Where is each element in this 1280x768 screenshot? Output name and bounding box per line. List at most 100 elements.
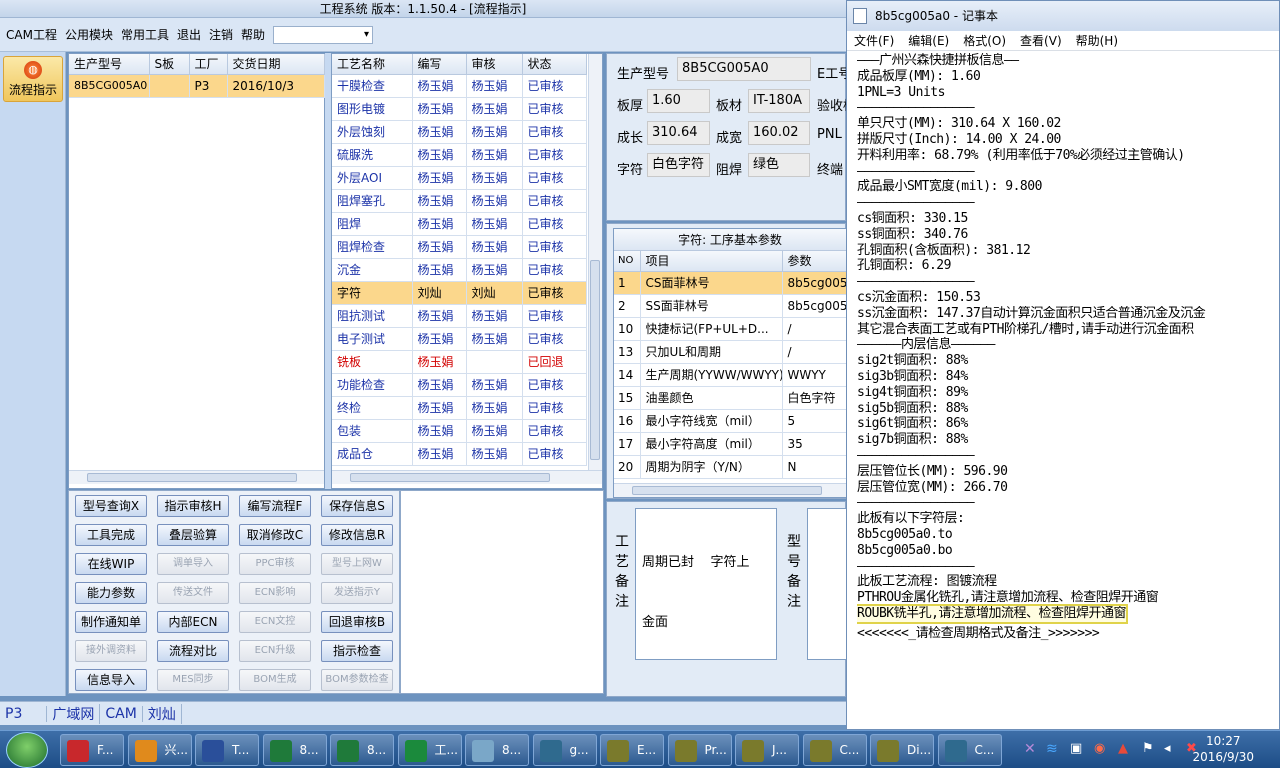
start-button[interactable] bbox=[6, 732, 48, 768]
taskbar-item[interactable]: Pr... bbox=[667, 734, 732, 766]
table-row[interactable]: 电子测试 杨玉娟 杨玉娟 已审核 bbox=[332, 327, 587, 351]
table-row[interactable]: 20 周期为阴字（Y/N） N bbox=[614, 455, 855, 479]
action-button[interactable]: 修改信息R bbox=[321, 524, 393, 546]
width-field[interactable]: 160.02 bbox=[748, 121, 810, 145]
action-button[interactable]: 工具完成 bbox=[75, 524, 147, 546]
thickness-field[interactable]: 1.60 bbox=[647, 89, 710, 113]
menu-combo-select[interactable] bbox=[273, 25, 374, 44]
params-hscroll[interactable] bbox=[614, 483, 846, 497]
table-row[interactable]: 阻抗测试 杨玉娟 杨玉娟 已审核 bbox=[332, 304, 587, 328]
action-button[interactable]: 信息导入 bbox=[75, 669, 147, 691]
process-vscroll-thumb[interactable] bbox=[590, 260, 600, 460]
taskbar-item[interactable]: 8... bbox=[330, 734, 394, 766]
taskbar-item[interactable]: 工... bbox=[397, 734, 462, 766]
char-field[interactable]: 白色字符 bbox=[647, 153, 710, 177]
menu-exit[interactable]: 退出 bbox=[173, 26, 205, 44]
taskbar-item[interactable]: C... bbox=[802, 734, 867, 766]
mask-field[interactable]: 绿色 bbox=[748, 153, 810, 177]
action-button[interactable]: 内部ECN bbox=[157, 611, 229, 633]
menu-help[interactable]: 帮助 bbox=[237, 26, 269, 44]
menu-tools[interactable]: 常用工具 bbox=[117, 26, 173, 44]
table-row[interactable]: 沉金 杨玉娟 杨玉娟 已审核 bbox=[332, 258, 587, 282]
table-row[interactable]: 14 生产周期(YYWW/WWYY) WWYY bbox=[614, 363, 855, 387]
tray-icon-1[interactable]: ✕ bbox=[1024, 741, 1036, 757]
status-factory[interactable]: P3 bbox=[0, 705, 48, 722]
action-button[interactable]: MES同步 bbox=[157, 669, 229, 691]
taskbar-item[interactable]: 8... bbox=[262, 734, 327, 766]
action-button[interactable]: 指示审核H bbox=[157, 495, 229, 517]
notepad-menu-file[interactable]: 文件(F) bbox=[847, 32, 901, 49]
table-row[interactable]: 阻焊 杨玉娟 杨玉娟 已审核 bbox=[332, 212, 587, 236]
notepad-menu-help[interactable]: 帮助(H) bbox=[1069, 32, 1125, 49]
table-row[interactable]: 包装 杨玉娟 杨玉娟 已审核 bbox=[332, 419, 587, 443]
table-row[interactable]: 16 最小字符线宽（mil） 5 bbox=[614, 409, 855, 433]
orders-header-delivery[interactable]: 交货日期 bbox=[227, 54, 325, 75]
action-button[interactable]: 编写流程F bbox=[239, 495, 311, 517]
notepad-text-area[interactable]: ———广州兴森快捷拼板信息—— 成品板厚(MM): 1.60 1PNL=3 Unit… bbox=[857, 53, 1279, 731]
menu-cam[interactable]: CAM工程 bbox=[2, 26, 61, 44]
table-row[interactable]: 铣板 杨玉娟 已回退 bbox=[332, 350, 587, 374]
action-button[interactable]: 接外调资料 bbox=[75, 640, 147, 662]
action-button[interactable]: ECN文控 bbox=[239, 611, 311, 633]
table-row[interactable]: 8B5CG005A0 P3 2016/10/3 bbox=[69, 74, 325, 98]
action-button[interactable]: BOM生成 bbox=[239, 669, 311, 691]
notepad-titlebar[interactable]: 8b5cg005a0 - 记事本 bbox=[847, 1, 1279, 31]
params-header-no[interactable]: NO bbox=[614, 251, 641, 272]
table-row[interactable]: 1 CS面菲林号 8b5cg005a bbox=[614, 271, 855, 295]
table-row[interactable]: 功能检查 杨玉娟 杨玉娟 已审核 bbox=[332, 373, 587, 397]
action-button[interactable]: 型号上网W bbox=[321, 553, 393, 575]
table-row[interactable]: 终检 杨玉娟 杨玉娟 已审核 bbox=[332, 396, 587, 420]
process-hscroll-thumb[interactable] bbox=[350, 473, 550, 482]
table-row[interactable]: 成品仓 杨玉娟 杨玉娟 已审核 bbox=[332, 442, 587, 466]
tray-icon-7[interactable]: ◂ bbox=[1164, 741, 1171, 756]
action-button[interactable]: 调单导入 bbox=[157, 553, 229, 575]
taskbar-item[interactable]: 8... bbox=[465, 734, 529, 766]
action-button[interactable]: 保存信息S bbox=[321, 495, 393, 517]
table-row[interactable]: 10 快捷标记(FP+UL+D... / bbox=[614, 317, 855, 341]
taskbar-item[interactable]: 兴... bbox=[127, 734, 192, 766]
table-row[interactable]: 阻焊检查 杨玉娟 杨玉娟 已审核 bbox=[332, 235, 587, 259]
table-row[interactable]: 15 油墨颜色 白色字符 bbox=[614, 386, 855, 410]
action-button[interactable]: BOM参数检查 bbox=[321, 669, 393, 691]
action-button[interactable]: 制作通知单 bbox=[75, 611, 147, 633]
orders-header-model[interactable]: 生产型号 bbox=[69, 54, 150, 75]
tray-icon-6[interactable]: ⚑ bbox=[1142, 741, 1154, 756]
table-row[interactable]: 外层蚀刻 杨玉娟 杨玉娟 已审核 bbox=[332, 120, 587, 144]
action-button[interactable]: 取消修改C bbox=[239, 524, 311, 546]
tray-icon-4[interactable]: ◉ bbox=[1094, 741, 1105, 756]
process-header-name[interactable]: 工艺名称 bbox=[332, 54, 413, 75]
orders-hscroll-thumb[interactable] bbox=[87, 473, 297, 482]
length-field[interactable]: 310.64 bbox=[647, 121, 710, 145]
process-vscroll[interactable] bbox=[588, 54, 602, 470]
orders-header-s-board[interactable]: S板 bbox=[149, 54, 190, 75]
process-hscroll[interactable] bbox=[332, 470, 602, 484]
notepad-menu-view[interactable]: 查看(V) bbox=[1013, 32, 1069, 49]
action-button[interactable]: 流程对比 bbox=[157, 640, 229, 662]
process-header-writer[interactable]: 编写 bbox=[412, 54, 467, 75]
table-row[interactable]: 13 只加UL和周期 / bbox=[614, 340, 855, 364]
action-button[interactable]: 指示检查 bbox=[321, 640, 393, 662]
table-row[interactable]: 硫脲洗 杨玉娟 杨玉娟 已审核 bbox=[332, 143, 587, 167]
action-button[interactable]: ECN影响 bbox=[239, 582, 311, 604]
taskbar-item[interactable]: F... bbox=[60, 734, 124, 766]
action-button[interactable]: 型号查询X bbox=[75, 495, 147, 517]
table-row[interactable]: 阻焊塞孔 杨玉娟 杨玉娟 已审核 bbox=[332, 189, 587, 213]
notepad-menu-format[interactable]: 格式(O) bbox=[956, 32, 1013, 49]
action-button[interactable]: 能力参数 bbox=[75, 582, 147, 604]
taskbar-item[interactable]: J... bbox=[735, 734, 799, 766]
params-hscroll-thumb[interactable] bbox=[632, 486, 822, 495]
action-button[interactable]: 在线WIP bbox=[75, 553, 147, 575]
flow-indicator-button[interactable]: ◍ 流程指示 bbox=[3, 56, 63, 102]
taskbar-item[interactable]: C... bbox=[937, 734, 1002, 766]
taskbar-item[interactable]: E... bbox=[600, 734, 664, 766]
material-field[interactable]: IT-180A bbox=[748, 89, 810, 113]
tray-icon-2[interactable]: ≋ bbox=[1046, 741, 1058, 757]
notepad-menu-edit[interactable]: 编辑(E) bbox=[901, 32, 956, 49]
process-remark-box[interactable]: 周期已封 字符上 金面 bbox=[635, 508, 777, 660]
model-remark-box[interactable] bbox=[807, 508, 847, 660]
table-row[interactable]: 图形电镀 杨玉娟 杨玉娟 已审核 bbox=[332, 97, 587, 121]
clock[interactable]: 10:27 2016/9/30 bbox=[1192, 733, 1254, 765]
action-button[interactable]: PPC审核 bbox=[239, 553, 311, 575]
table-row[interactable]: 干膜检查 杨玉娟 杨玉娟 已审核 bbox=[332, 74, 587, 98]
taskbar-item[interactable]: Di... bbox=[870, 734, 934, 766]
